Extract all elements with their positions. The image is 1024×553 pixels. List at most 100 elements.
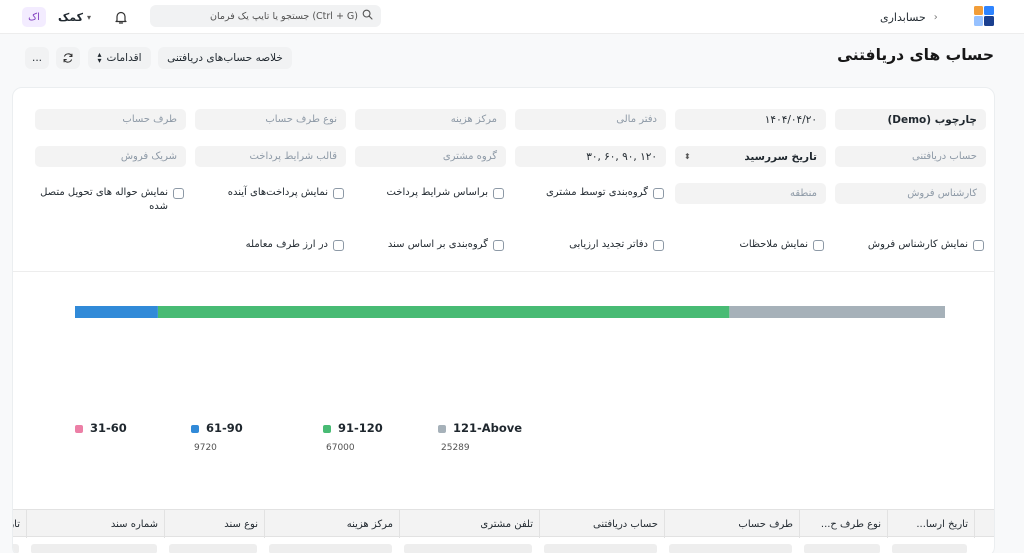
ageing-ranges-field[interactable]: ۳۰, ۶۰, ۹۰, ۱۲۰ (515, 146, 666, 167)
ageing-ranges-value: ۳۰, ۶۰, ۹۰, ۱۲۰ (586, 150, 657, 163)
checkbox-box[interactable] (333, 188, 344, 199)
sales-partner-placeholder: شریک فروش (120, 151, 177, 162)
sales-partner-field[interactable]: شریک فروش (35, 146, 186, 167)
column-header-label: تاریخ سرر... (13, 518, 20, 530)
column-header[interactable]: تاریخ ارسا... (887, 510, 974, 538)
based-on-payment-terms-checkbox[interactable]: براساس شرایط پرداخت (386, 186, 504, 200)
cost-center-field[interactable]: مرکز هزینه (355, 109, 506, 130)
select-all-column-header[interactable] (974, 510, 994, 538)
cell-placeholder (31, 544, 157, 553)
legend-swatch-91-120 (323, 425, 331, 433)
column-header[interactable]: تاریخ سرر... (13, 510, 26, 538)
checkbox-box[interactable] (653, 240, 664, 251)
column-header[interactable]: مرکز هزینه (264, 510, 399, 538)
cell-placeholder (669, 544, 792, 553)
party-placeholder: طرف حساب (122, 114, 177, 125)
checkbox-box[interactable] (333, 240, 344, 251)
territory-field[interactable]: منطقه (675, 183, 826, 204)
column-header-label: طرف حساب (738, 518, 793, 530)
column-header[interactable]: نوع طرف ح... (799, 510, 887, 538)
breadcrumb-separator-icon: › (933, 11, 938, 23)
receivable-account-field[interactable]: حساب دریافتنی (835, 146, 986, 167)
show-future-payments-checkbox[interactable]: نمایش پرداخت‌های آینده (228, 186, 344, 200)
revaluation-journals-checkbox[interactable]: دفاتر تجدید ارزیابی (569, 238, 664, 252)
user-avatar[interactable]: اک (22, 7, 46, 27)
finance-book-field[interactable]: دفتر مالی (515, 109, 666, 130)
legend-swatch-61-90 (191, 425, 199, 433)
bar-segment-91-120[interactable] (157, 306, 730, 318)
cell-placeholder (404, 544, 532, 553)
more-options-button[interactable]: ... (25, 47, 49, 69)
sales-person-field[interactable]: کارشناس فروش (835, 183, 986, 204)
checkbox-box[interactable] (653, 188, 664, 199)
payment-terms-template-field[interactable]: قالب شرایط پرداخت (195, 146, 346, 167)
in-party-currency-checkbox[interactable]: در ارز طرف معامله (246, 238, 344, 252)
checkbox-box[interactable] (813, 240, 824, 251)
chevron-down-icon: ▾ (87, 12, 92, 22)
page-title: حساب های دریافتنی (837, 46, 994, 64)
checkbox-label: نمایش حواله های تحویل متصل شده (40, 187, 168, 212)
notifications-bell-icon[interactable] (112, 8, 130, 26)
ageing-based-on-value: تاریخ سررسید (744, 150, 817, 163)
sales-person-placeholder: کارشناس فروش (907, 188, 977, 199)
column-header[interactable]: نوع سند (164, 510, 264, 538)
legend-label-121-Above: 121-Above (453, 421, 522, 435)
checkbox-box[interactable] (493, 188, 504, 199)
actions-dropdown-button[interactable]: ▴ ▾ اقدامات (88, 47, 151, 69)
column-header-label: مرکز هزینه (346, 518, 393, 530)
search-placeholder: جستجو یا تایپ یک فرمان (Ctrl + G) (210, 10, 358, 22)
checkbox-label: گروه‌بندی بر اساس سند (387, 239, 488, 250)
ageing-chart: 121-Above 25289 91-120 67000 61-90 9720 31-60 (13, 273, 994, 505)
ageing-based-on-select[interactable]: تاریخ سررسید ⬍ (675, 146, 826, 167)
company-field[interactable]: چارچوب (Demo) (835, 109, 986, 130)
column-header-label: تلفن مشتری (480, 518, 533, 530)
column-header[interactable]: تلفن مشتری (399, 510, 539, 538)
show-sales-person-checkbox[interactable]: نمایش کارشناس فروش (868, 238, 984, 252)
cell-placeholder (892, 544, 967, 553)
checkbox-label: نمایش ملاحظات (739, 239, 809, 250)
receivable-account-placeholder: حساب دریافتنی (911, 151, 977, 162)
legend-swatch-31-60 (75, 425, 83, 433)
column-header[interactable]: شماره سند (26, 510, 164, 538)
party-field[interactable]: طرف حساب (35, 109, 186, 130)
bar-segment-61-90[interactable] (75, 306, 158, 318)
bar-segment-121-Above[interactable] (729, 306, 945, 318)
breadcrumb-item-accounting[interactable]: حسابداری (880, 11, 926, 24)
report-date-field[interactable]: ۱۴۰۴/۰۴/۲۰ (675, 109, 826, 130)
receivable-summary-button[interactable]: خلاصه حساب‌های دریافتنی (158, 47, 292, 69)
legend-swatch-121-Above (438, 425, 446, 433)
checkbox-label: براساس شرایط پرداخت (386, 187, 488, 198)
app-logo-icon[interactable] (973, 5, 995, 27)
party-type-field[interactable]: نوع طرف حساب (195, 109, 346, 130)
help-label: کمک (58, 10, 84, 24)
cell-placeholder (169, 544, 257, 553)
show-linked-delivery-notes-checkbox[interactable]: نمایش حواله های تحویل متصل شده (34, 186, 184, 214)
report-card: چارچوب (Demo) ۱۴۰۴/۰۴/۲۰ دفتر مالی مرکز … (12, 87, 995, 553)
select-arrows-icon: ⬍ (684, 152, 691, 161)
customer-group-placeholder: گروه مشتری (442, 151, 497, 162)
cell-placeholder (13, 544, 19, 553)
checkbox-box[interactable] (173, 188, 184, 199)
refresh-button[interactable] (56, 47, 80, 69)
legend-value-61-90: 9720 (194, 443, 217, 453)
breadcrumb: حسابداری › (880, 9, 938, 25)
table-row (13, 538, 994, 553)
checkbox-box[interactable] (973, 240, 984, 251)
cell-placeholder (544, 544, 657, 553)
finance-book-placeholder: دفتر مالی (616, 114, 657, 125)
show-remarks-checkbox[interactable]: نمایش ملاحظات (739, 238, 824, 252)
group-by-voucher-checkbox[interactable]: گروه‌بندی بر اساس سند (388, 238, 504, 252)
group-by-customer-checkbox[interactable]: گروه‌بندی توسط مشتری (546, 186, 664, 200)
report-table-header: تاریخ ارسا... نوع طرف ح... طرف حساب حساب در… (13, 509, 994, 538)
cell-placeholder (269, 544, 392, 553)
awesome-bar-search-input[interactable]: جستجو یا تایپ یک فرمان (Ctrl + G) (150, 5, 381, 27)
customer-group-field[interactable]: گروه مشتری (355, 146, 506, 167)
checkbox-label: گروه‌بندی توسط مشتری (545, 187, 648, 198)
actions-label: اقدامات (106, 52, 142, 64)
column-header[interactable]: حساب دریافتنی (539, 510, 664, 538)
checkbox-box[interactable] (493, 240, 504, 251)
column-header[interactable]: طرف حساب (664, 510, 799, 538)
ageing-chart-svg: 121-Above 25289 91-120 67000 61-90 9720 31-60 (75, 306, 945, 453)
legend-label-91-120: 91-120 (338, 421, 383, 435)
help-menu-button[interactable]: کمک ▾ (58, 9, 91, 25)
